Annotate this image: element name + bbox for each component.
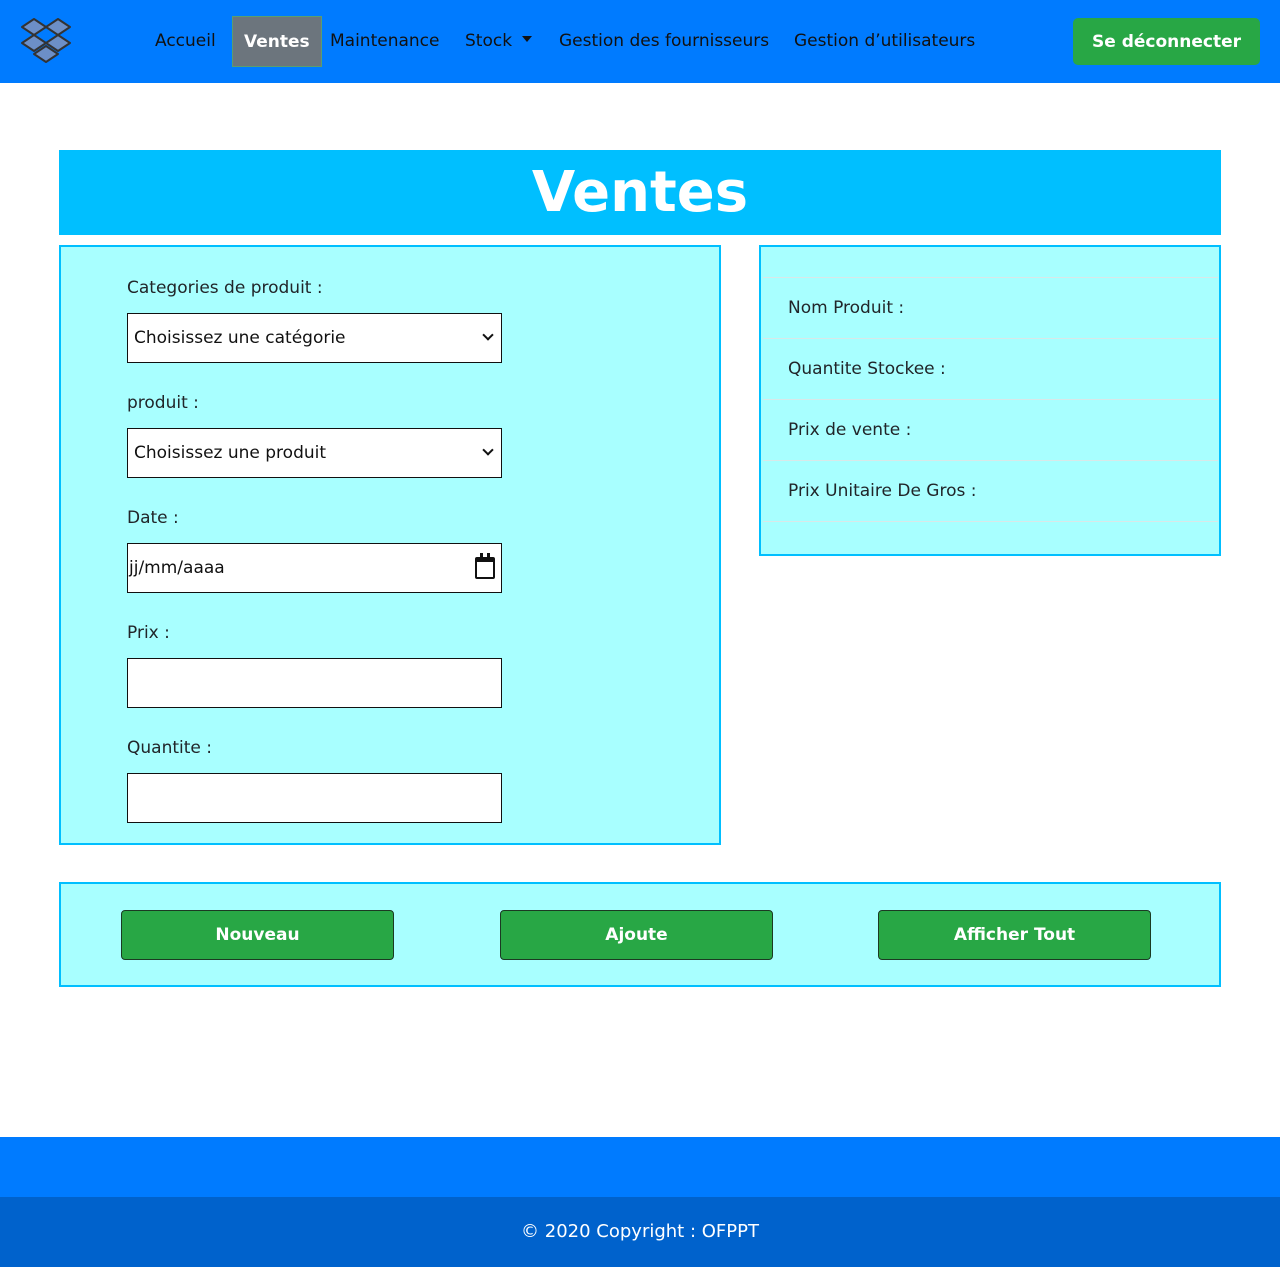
footer: © 2020 Copyright : OFPPT bbox=[0, 1197, 1280, 1267]
sale-form-panel: Categories de produit : Choisissez une c… bbox=[59, 245, 721, 845]
nav-item-fournisseurs[interactable]: Gestion des fournisseurs bbox=[559, 16, 769, 67]
nav-item-stock-label: Stock bbox=[465, 31, 513, 51]
add-button[interactable]: Ajoute bbox=[500, 910, 773, 960]
calendar-icon[interactable] bbox=[475, 553, 495, 579]
nav-item-ventes[interactable]: Ventes bbox=[232, 16, 322, 67]
nav-item-utilisateurs[interactable]: Gestion d’utilisateurs bbox=[794, 16, 975, 67]
info-row-prix-gros: Prix Unitaire De Gros : bbox=[763, 461, 1218, 522]
product-select[interactable]: Choisissez une produit bbox=[127, 428, 502, 478]
info-row-nom-produit: Nom Produit : bbox=[763, 278, 1218, 339]
category-select[interactable]: Choisissez une catégorie bbox=[127, 313, 502, 363]
logout-button[interactable]: Se déconnecter bbox=[1073, 18, 1260, 65]
quantity-label: Quantite : bbox=[127, 738, 212, 758]
info-row-prix-vente: Prix de vente : bbox=[763, 400, 1218, 461]
nav-item-stock[interactable]: Stock bbox=[465, 16, 533, 67]
date-placeholder: jj/mm/aaaa bbox=[129, 558, 225, 578]
category-select-value: Choisissez une catégorie bbox=[134, 328, 346, 348]
navbar: Accueil Ventes Maintenance Stock Gestion… bbox=[0, 0, 1280, 83]
chevron-down-icon bbox=[482, 329, 494, 341]
product-select-value: Choisissez une produit bbox=[134, 443, 327, 463]
product-info-panel: Nom Produit : Quantite Stockee : Prix de… bbox=[759, 245, 1221, 556]
caret-down-icon bbox=[522, 36, 533, 42]
date-input[interactable]: jj/mm/aaaa bbox=[127, 543, 502, 593]
date-label: Date : bbox=[127, 508, 179, 528]
show-all-button[interactable]: Afficher Tout bbox=[878, 910, 1151, 960]
price-input[interactable] bbox=[127, 658, 502, 708]
product-label: produit : bbox=[127, 393, 199, 413]
info-row-quantite-stockee: Quantite Stockee : bbox=[763, 339, 1218, 400]
actions-panel: Nouveau Ajoute Afficher Tout bbox=[59, 882, 1221, 987]
page-title: Ventes bbox=[531, 160, 749, 225]
nav-item-maintenance[interactable]: Maintenance bbox=[330, 16, 439, 67]
page-title-banner: Ventes bbox=[59, 150, 1221, 235]
quantity-input[interactable] bbox=[127, 773, 502, 823]
category-label: Categories de produit : bbox=[127, 278, 323, 298]
footer-top bbox=[0, 1137, 1280, 1197]
box-logo-icon[interactable] bbox=[20, 17, 72, 65]
nav-item-accueil[interactable]: Accueil bbox=[155, 16, 216, 67]
new-button[interactable]: Nouveau bbox=[121, 910, 394, 960]
chevron-down-icon bbox=[482, 444, 494, 456]
product-info-list: Nom Produit : Quantite Stockee : Prix de… bbox=[763, 277, 1218, 522]
copyright-text: © 2020 Copyright : OFPPT bbox=[521, 1221, 759, 1242]
price-label: Prix : bbox=[127, 623, 170, 643]
